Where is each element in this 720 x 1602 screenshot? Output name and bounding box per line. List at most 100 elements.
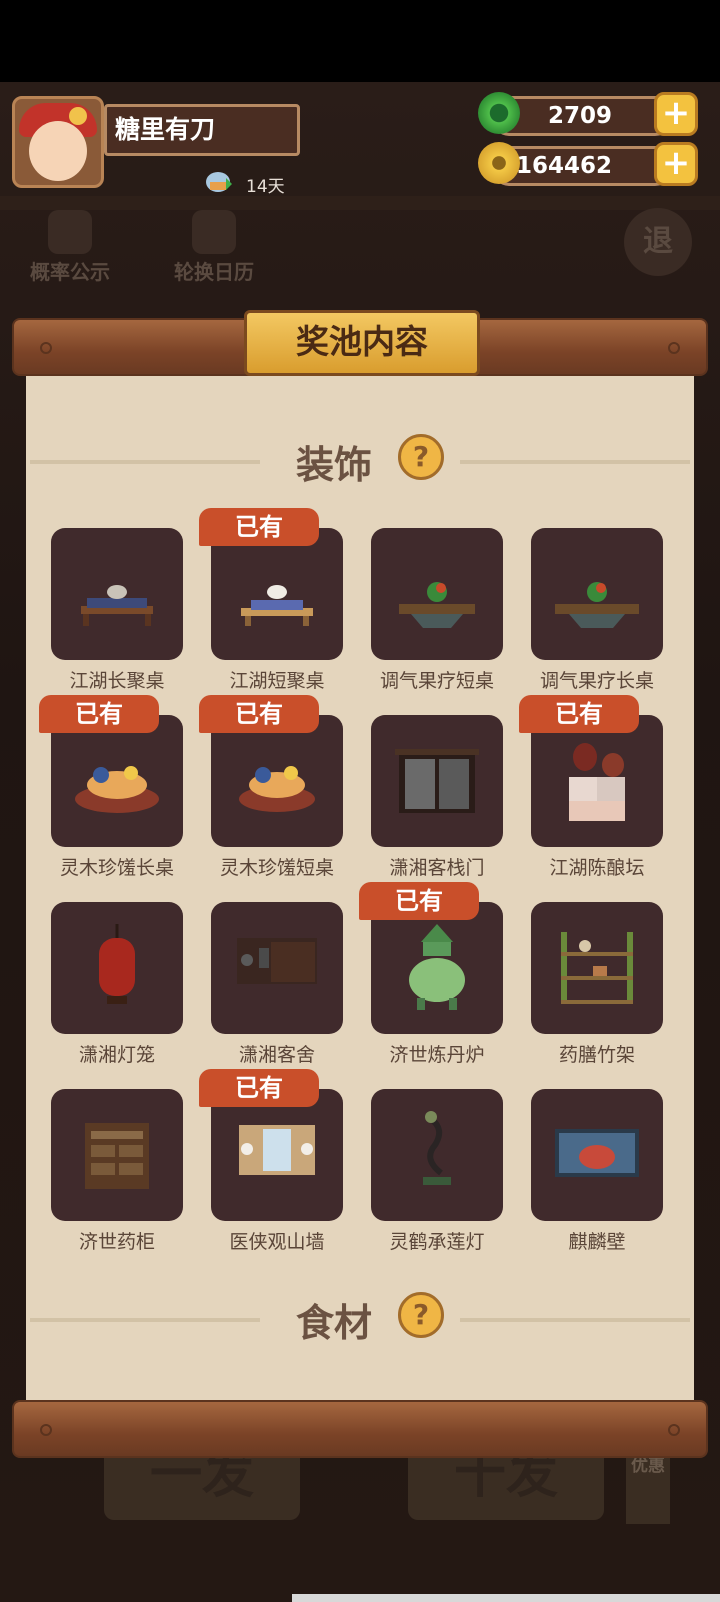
- item-tile: [531, 902, 663, 1034]
- avatar-face: [29, 121, 87, 181]
- item-tile: [531, 1089, 663, 1221]
- fruit-table-icon: [399, 582, 475, 628]
- help-icon[interactable]: ?: [398, 434, 444, 480]
- item-card[interactable]: 医侠观山墙 已有: [199, 1069, 343, 1254]
- item-card[interactable]: 潇湘客栈门: [371, 715, 503, 880]
- section-divider: [460, 460, 690, 464]
- item-name: 潇湘客栈门: [389, 857, 485, 879]
- table-icon: [81, 585, 153, 626]
- days-label: 14天: [246, 177, 285, 197]
- item-tile: [531, 715, 663, 847]
- item-card[interactable]: 调气果疗短桌: [371, 528, 503, 693]
- section-title-ingredients: 食材: [296, 1301, 373, 1345]
- item-name: 灵木珍馐短桌: [219, 857, 334, 879]
- rod-nail: [668, 1424, 680, 1436]
- coins-amount: 164462: [515, 153, 612, 179]
- item-name: 医侠观山墙: [229, 1231, 325, 1253]
- probability-label: 概率公示: [30, 260, 110, 284]
- item-tile: [51, 1089, 183, 1221]
- days-icon: [206, 172, 232, 192]
- help-icon[interactable]: ?: [398, 1292, 444, 1338]
- item-name: 灵木珍馐长桌: [59, 857, 174, 879]
- item-tile: [51, 528, 183, 660]
- item-card[interactable]: 江湖长聚桌: [51, 528, 183, 693]
- item-card[interactable]: 药膳竹架: [531, 902, 663, 1067]
- item-tile: [531, 528, 663, 660]
- furnace-icon: [409, 924, 465, 1010]
- probability-button[interactable]: 概率公示: [22, 210, 118, 285]
- item-name: 济世药柜: [78, 1231, 155, 1253]
- mountain-wall-icon: [239, 1125, 315, 1175]
- jade-icon: [478, 92, 520, 134]
- owned-badge: 已有: [519, 695, 639, 733]
- avatar[interactable]: [12, 96, 104, 188]
- lantern-icon: [99, 924, 135, 1004]
- section-divider: [460, 1318, 690, 1322]
- section-divider: [30, 1318, 260, 1322]
- add-jade-button[interactable]: +: [654, 92, 698, 136]
- wood-table-icon: [75, 766, 159, 813]
- retreat-button[interactable]: 退: [624, 208, 692, 276]
- item-card[interactable]: 灵木珍馐长桌 已有: [39, 695, 183, 880]
- item-name: 江湖短聚桌: [229, 670, 325, 692]
- owned-badge: 已有: [199, 1069, 319, 1107]
- jade-amount: 2709: [547, 103, 612, 129]
- item-card[interactable]: 济世药柜: [51, 1089, 183, 1254]
- status-bar: [0, 0, 720, 82]
- coin-icon: [478, 142, 520, 184]
- crane-lamp-icon: [423, 1111, 451, 1185]
- item-tile: [211, 715, 343, 847]
- percent-icon: [48, 210, 92, 254]
- item-tile: [371, 902, 503, 1034]
- owned-badge: 已有: [199, 695, 319, 733]
- item-name: 潇湘客舍: [238, 1044, 315, 1066]
- item-tile: [371, 715, 503, 847]
- calendar-button[interactable]: 轮换日历: [166, 210, 262, 285]
- item-name: 济世炼丹炉: [389, 1044, 485, 1066]
- owned-badge: 已有: [39, 695, 159, 733]
- section-divider: [30, 460, 260, 464]
- bamboo-shelf-icon: [561, 932, 633, 1004]
- scroll-bottom-rod: [12, 1400, 708, 1458]
- item-name: 调气果疗短桌: [379, 670, 494, 692]
- item-name: 药膳竹架: [558, 1044, 635, 1066]
- item-tile: [371, 1089, 503, 1221]
- medicine-cabinet-icon: [85, 1123, 149, 1189]
- item-name: 潇湘灯笼: [78, 1044, 155, 1066]
- item-card[interactable]: 灵鹤承莲灯: [371, 1089, 503, 1254]
- item-tile: [211, 1089, 343, 1221]
- guest-room-icon: [237, 938, 317, 984]
- item-card[interactable]: 麒麟壁: [531, 1089, 663, 1254]
- player-name: 糖里有刀: [104, 104, 300, 156]
- item-card[interactable]: 江湖陈酿坛 已有: [519, 695, 663, 880]
- item-card[interactable]: 潇湘灯笼: [51, 902, 183, 1067]
- table-icon: [241, 585, 313, 626]
- item-name: 江湖陈酿坛: [549, 857, 645, 879]
- item-name: 麒麟壁: [568, 1231, 626, 1253]
- calendar-icon: [192, 210, 236, 254]
- owned-badge: 已有: [199, 508, 319, 546]
- calendar-label: 轮换日历: [174, 260, 254, 284]
- qilin-wall-icon: [555, 1129, 639, 1177]
- rod-nail: [40, 342, 52, 354]
- background-beam: [0, 196, 720, 210]
- item-name: 调气果疗长桌: [539, 670, 654, 692]
- fruit-table-icon: [555, 582, 639, 628]
- item-card[interactable]: 济世炼丹炉 已有: [359, 882, 503, 1067]
- item-tile: [51, 902, 183, 1034]
- item-name: 灵鹤承莲灯: [389, 1231, 485, 1253]
- item-tile: [211, 528, 343, 660]
- wood-table-icon: [239, 766, 315, 812]
- home-indicator: [292, 1594, 720, 1602]
- item-card[interactable]: 灵木珍馐短桌 已有: [199, 695, 343, 880]
- rod-nail: [40, 1424, 52, 1436]
- avatar-emblem: [69, 107, 87, 125]
- add-coins-button[interactable]: +: [654, 142, 698, 186]
- door-icon: [395, 749, 479, 813]
- item-card[interactable]: 潇湘客舍: [211, 902, 343, 1067]
- wine-jar-icon: [569, 743, 625, 821]
- item-card[interactable]: 江湖短聚桌 已有: [199, 508, 343, 693]
- item-card[interactable]: 调气果疗长桌: [531, 528, 663, 693]
- item-name: 江湖长聚桌: [69, 670, 165, 692]
- item-tile: [371, 528, 503, 660]
